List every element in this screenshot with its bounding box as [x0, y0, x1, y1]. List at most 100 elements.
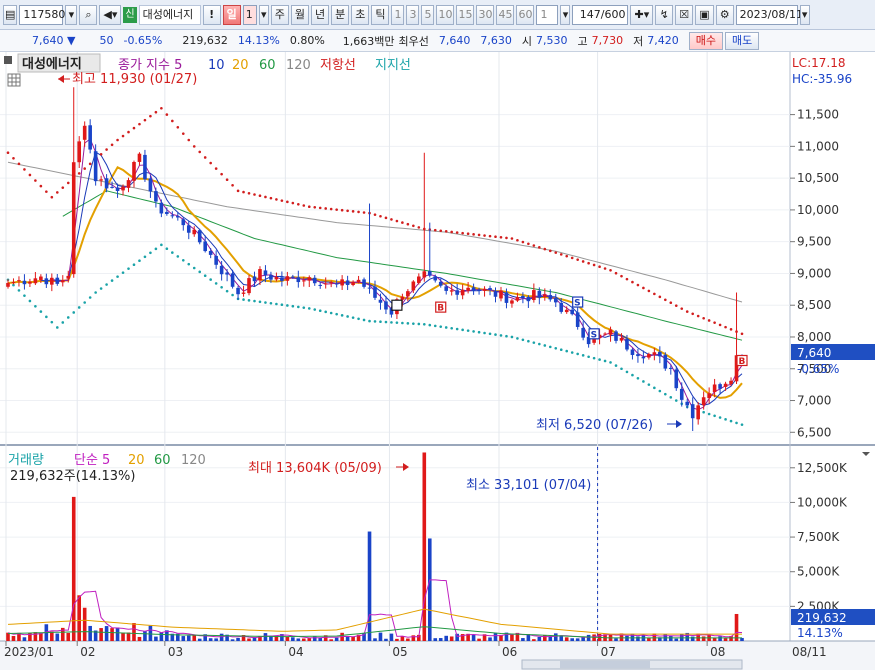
time-tick-label: 02: [80, 645, 95, 659]
support-dot: [61, 321, 65, 324]
gear-icon[interactable]: ⚙: [715, 4, 734, 25]
search-icon[interactable]: ⌕: [79, 4, 98, 25]
interval-10-button[interactable]: 10: [436, 4, 455, 25]
candle-body: [433, 276, 438, 281]
period-value-input[interactable]: 1: [242, 4, 257, 25]
candle-body: [510, 300, 514, 304]
speaker-icon[interactable]: ◀▾: [99, 4, 122, 25]
legend-ma10[interactable]: 10: [208, 58, 225, 73]
support-dot: [510, 335, 514, 339]
legend-volume[interactable]: 거래량: [8, 453, 44, 468]
scrollbar-thumb[interactable]: [560, 661, 650, 668]
resistance-dot: [488, 234, 492, 238]
interval-value-input[interactable]: 1: [536, 4, 559, 25]
volume-bar: [406, 638, 410, 641]
period-week-button[interactable]: 주: [270, 4, 289, 25]
bar-count-input[interactable]: 147/600: [572, 4, 629, 25]
support-dot: [707, 412, 711, 416]
legend-vol-sma5[interactable]: 단순 5: [74, 453, 110, 468]
interval-dropdown-icon[interactable]: ▾: [560, 4, 571, 25]
volume-bar: [11, 635, 16, 641]
support-dot: [713, 414, 716, 418]
price-panel[interactable]: [0, 52, 790, 445]
support-dot: [203, 274, 207, 278]
resistance-dot: [565, 254, 569, 258]
support-dot: [466, 329, 470, 332]
buy-button[interactable]: 매수: [688, 31, 724, 50]
candle-body: [488, 288, 492, 290]
support-dot: [729, 419, 733, 423]
current-price: 7,640 ▼: [32, 34, 75, 47]
legend-ma20[interactable]: 20: [232, 58, 249, 73]
signal-marker: [391, 299, 403, 311]
min-price-label: 최저 6,520 (07/26): [536, 418, 653, 433]
candle-body: [548, 295, 553, 300]
draw-tool-icon[interactable]: ↯: [655, 4, 674, 25]
volume-bar: [50, 631, 54, 641]
support-dot: [702, 410, 705, 414]
support-dot: [176, 255, 180, 258]
crosshair-icon[interactable]: ✚▾: [630, 4, 654, 25]
legend-ma60[interactable]: 60: [259, 58, 276, 73]
legend-close-ma5[interactable]: 종가 지수 5: [118, 58, 182, 73]
interval-30-button[interactable]: 30: [476, 4, 495, 25]
period-tick-button[interactable]: 틱: [371, 4, 390, 25]
interval-60-button[interactable]: 60: [516, 4, 535, 25]
candle-body: [280, 277, 284, 281]
legend-ma120[interactable]: 120: [286, 58, 311, 73]
resistance-dot: [417, 226, 421, 229]
interval-5-button[interactable]: 5: [421, 4, 435, 25]
volume-tick-label: 7,500K: [797, 530, 840, 544]
alert-button[interactable]: !: [202, 4, 221, 25]
candle-body: [39, 276, 43, 280]
legend-support[interactable]: 지지선: [375, 58, 411, 73]
resistance-dot: [77, 172, 81, 175]
period-day-button[interactable]: 일: [222, 4, 241, 25]
panel-scroll-icon[interactable]: [862, 452, 870, 456]
period-year-button[interactable]: 년: [310, 4, 330, 25]
legend-vol-ma20[interactable]: 20: [128, 453, 145, 468]
legend-vol-ma60[interactable]: 60: [154, 453, 171, 468]
interval-15-button[interactable]: 15: [456, 4, 475, 25]
date-input[interactable]: 2023/08/11: [735, 4, 803, 25]
support-dot: [554, 346, 558, 350]
period-minute-button[interactable]: 분: [331, 4, 350, 25]
code-search-icon[interactable]: ▤: [3, 4, 18, 25]
volume-bar: [154, 636, 158, 641]
sell-button[interactable]: 매도: [725, 31, 760, 50]
panel-collapse-icon[interactable]: [4, 56, 12, 64]
resistance-dot: [713, 321, 716, 324]
chart-area[interactable]: B S S B 11,500 11,000 10,500 10,000 9,500 9,000 8…: [0, 52, 875, 670]
resistance-dot: [83, 167, 86, 170]
stock-name-field[interactable]: 대성에너지: [138, 4, 201, 25]
support-dot: [280, 303, 284, 307]
resistance-dot: [61, 186, 65, 189]
period-dropdown-icon[interactable]: ▾: [258, 4, 269, 25]
resistance-dot: [110, 143, 114, 147]
bar-count-total: /600: [600, 7, 626, 21]
support-dot: [324, 310, 328, 314]
interval-3-button[interactable]: 3: [406, 4, 420, 25]
interval-45-button[interactable]: 45: [496, 4, 515, 25]
calendar-dropdown-icon[interactable]: ▾: [799, 4, 810, 25]
candle-body: [165, 211, 169, 215]
period-month-button[interactable]: 월: [290, 4, 309, 25]
legend-resistance[interactable]: 저항선: [320, 58, 356, 73]
dropdown-chevron-icon[interactable]: ▾: [65, 4, 78, 25]
candle-body: [6, 282, 10, 287]
resistance-dot: [160, 106, 163, 110]
checkbox-icon[interactable]: ☒: [675, 4, 694, 25]
support-dot: [439, 325, 443, 328]
volume-bar: [88, 625, 92, 641]
stock-code-input[interactable]: 117580: [19, 4, 65, 25]
grid-toggle-icon[interactable]: [7, 73, 21, 87]
volume-bar: [636, 636, 640, 641]
volume-bar: [208, 638, 213, 641]
candle-body: [33, 278, 38, 284]
legend-vol-ma120[interactable]: 120: [181, 453, 206, 468]
save-icon[interactable]: ▣: [695, 4, 714, 25]
volume-bar: [77, 595, 82, 641]
period-second-button[interactable]: 초: [351, 4, 370, 25]
interval-1-button[interactable]: 1: [391, 4, 405, 25]
volume-bar: [444, 635, 449, 641]
